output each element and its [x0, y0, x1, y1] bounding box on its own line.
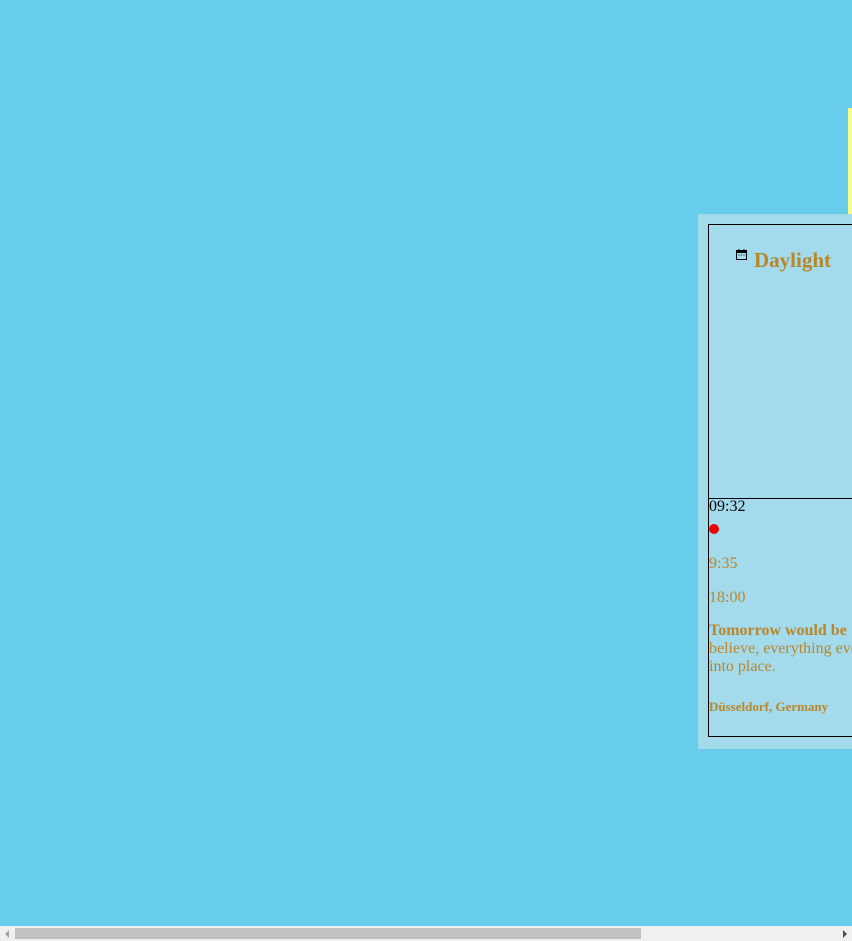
red-dot-indicator: [709, 524, 719, 534]
message-line-2: into place.: [709, 658, 776, 675]
horizontal-scrollbar[interactable]: [0, 926, 852, 941]
sunrise-time: 9:35: [709, 555, 738, 572]
sunset-time: 18:00: [709, 589, 746, 606]
scroll-right-arrow-icon[interactable]: [837, 926, 852, 941]
current-time: 09:32: [709, 498, 746, 515]
scroll-left-arrow-icon[interactable]: [0, 926, 15, 941]
page-viewport: Daylight 09:32 9:35 18:00 Tomorrow would…: [0, 0, 852, 926]
scrollbar-thumb[interactable]: [15, 928, 641, 939]
message-line-1: believe, everything eve: [709, 640, 852, 657]
daylight-message: Tomorrow would be believe, everything ev…: [709, 622, 852, 682]
message-bold: Tomorrow would be: [709, 622, 847, 639]
calendar-icon: [736, 249, 747, 260]
location-label: Düsseldorf, Germany: [709, 699, 829, 714]
widget-title: Daylight: [754, 248, 832, 272]
